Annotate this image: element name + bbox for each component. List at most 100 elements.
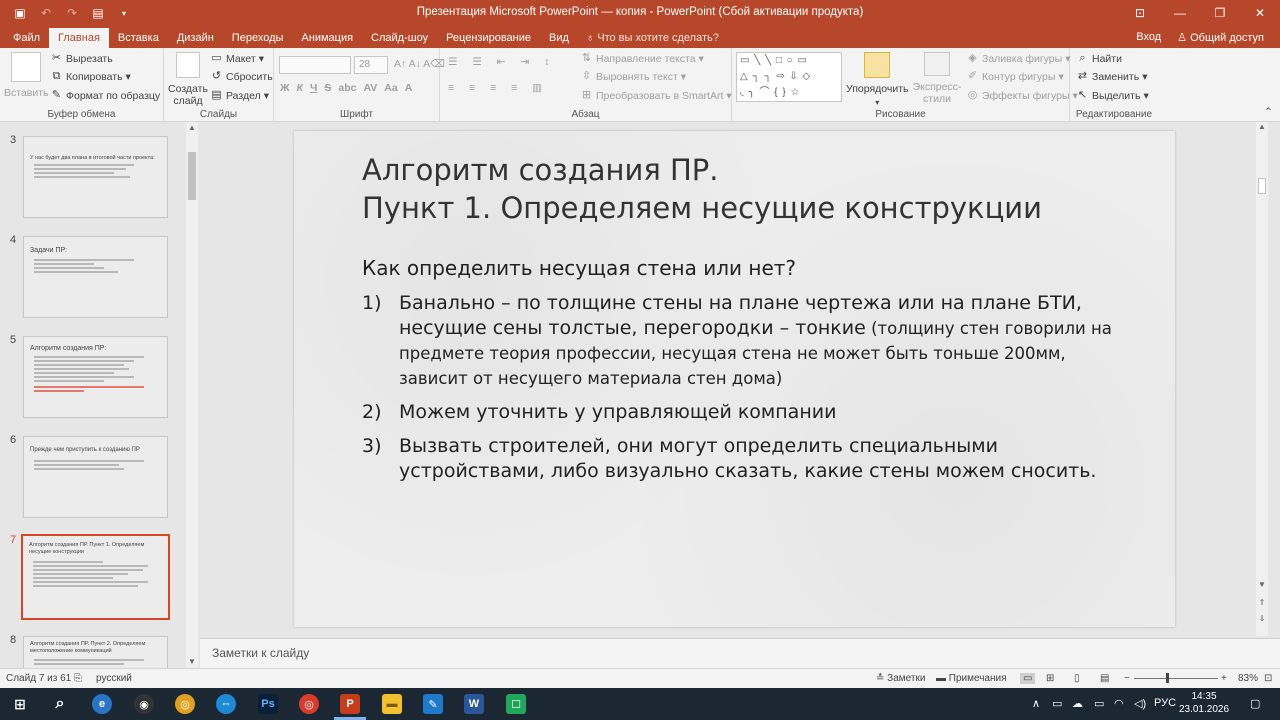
search-icon[interactable]: ⌕ xyxy=(50,694,70,714)
underline-button[interactable]: Ч xyxy=(310,82,317,94)
notes-toggle[interactable]: ≛ Заметки xyxy=(876,673,925,684)
spellcheck-icon[interactable]: ⎘ xyxy=(74,673,82,684)
list-buttons-row[interactable]: ☰ ☰ ⇤ ⇥ ↕ xyxy=(448,56,555,68)
save-icon[interactable]: ▣ xyxy=(8,2,32,24)
font-name-box[interactable] xyxy=(279,56,351,74)
battery-icon[interactable]: ▭ xyxy=(1094,697,1104,710)
clock[interactable]: 14:35 23.01.2026 xyxy=(1176,690,1232,716)
tell-me-search[interactable]: ♁ Что вы хотите сделать? xyxy=(578,28,719,48)
previous-slide-icon[interactable]: ⇑ xyxy=(1256,598,1268,607)
tab-animations[interactable]: Анимация xyxy=(292,28,362,48)
slide-bullet-list[interactable]: 1) Банально – по толщине стены на плане ч… xyxy=(362,291,1122,493)
ribbon-display-options-icon[interactable]: ⊡ xyxy=(1120,0,1160,26)
copy-button[interactable]: ⧉ Копировать ▾ xyxy=(50,70,131,83)
customize-qat-icon[interactable]: ▾ xyxy=(112,2,136,24)
shape-fill-button[interactable]: ◈ Заливка фигуры ▾ xyxy=(966,52,1070,65)
scrollbar-thumb[interactable] xyxy=(188,152,196,200)
language-indicator[interactable]: русский xyxy=(96,673,132,684)
strikethrough-button[interactable]: S xyxy=(324,82,331,94)
wifi-icon[interactable]: ◠ xyxy=(1114,697,1124,710)
reset-button[interactable]: ↺ Сбросить xyxy=(210,70,273,83)
windows-start-icon[interactable]: ⊞ xyxy=(10,694,30,714)
thumbnail-image[interactable]: Алгоритм создания ПР: xyxy=(23,336,168,418)
slide-title[interactable]: Алгоритм создания ПР. Пункт 1. Определяе… xyxy=(362,151,1042,227)
shapes-gallery[interactable]: ▭ ╲ ╲ □ ○ ▭ △ ┐ ┐ ⇨ ⇩ ◇ ◟ ╮ ⌒ { } ☆ xyxy=(736,52,842,102)
redo-icon[interactable]: ↷ xyxy=(60,2,84,24)
minimize-button[interactable]: — xyxy=(1160,0,1200,26)
undo-icon[interactable]: ↶ xyxy=(34,2,58,24)
fit-to-window-icon[interactable]: ⊡ xyxy=(1264,673,1272,684)
sign-in-link[interactable]: Вход xyxy=(1136,31,1161,43)
file-explorer-icon[interactable]: ▬ xyxy=(382,694,402,714)
section-button[interactable]: ▤ Раздел ▾ xyxy=(210,89,269,102)
show-hidden-icons[interactable]: ∧ xyxy=(1032,697,1040,710)
word-icon[interactable]: W xyxy=(464,694,484,714)
tab-view[interactable]: Вид xyxy=(540,28,578,48)
zoom-out-icon[interactable]: − xyxy=(1124,673,1130,684)
shape-effects-button[interactable]: ◎ Эффекты фигуры ▾ xyxy=(966,89,1078,102)
powerpoint-icon[interactable]: P xyxy=(340,694,360,714)
next-slide-icon[interactable]: ⇓ xyxy=(1256,614,1268,623)
reading-view-icon[interactable]: ▯ xyxy=(1074,673,1080,684)
slideshow-view-icon[interactable]: ▤ xyxy=(1100,673,1109,684)
format-painter-button[interactable]: ✎ Формат по образцу xyxy=(50,89,160,102)
font-grow-shrink[interactable]: A↑ A↓ A⌫ xyxy=(394,58,445,70)
smartart-button[interactable]: ⊞ Преобразовать в SmartArt ▾ xyxy=(580,89,732,102)
share-button[interactable]: ♙ Общий доступ xyxy=(1177,31,1264,44)
shadow-button[interactable]: abc xyxy=(338,82,356,94)
cut-button[interactable]: ✂ Вырезать xyxy=(50,52,113,65)
collapse-ribbon-icon[interactable]: ⌃ xyxy=(1264,106,1273,118)
italic-button[interactable]: К xyxy=(297,82,303,94)
layout-button[interactable]: ▭ Макет ▾ xyxy=(210,52,264,65)
app-green-icon[interactable]: ☐ xyxy=(506,694,526,714)
scroll-up-icon[interactable]: ▲ xyxy=(186,122,198,134)
find-button[interactable]: ⌕ Найти xyxy=(1076,52,1122,65)
text-direction-button[interactable]: ⇅ Направление текста ▾ xyxy=(580,52,704,65)
zoom-slider-knob[interactable] xyxy=(1166,673,1169,683)
tab-review[interactable]: Рецензирование xyxy=(437,28,540,48)
tab-transitions[interactable]: Переходы xyxy=(223,28,293,48)
input-language[interactable]: РУС xyxy=(1154,697,1176,709)
tab-insert[interactable]: Вставка xyxy=(109,28,168,48)
cloud-icon[interactable]: ☁ xyxy=(1072,697,1083,710)
photoshop-icon[interactable]: Ps xyxy=(258,694,278,714)
shape-outline-button[interactable]: ✐ Контур фигуры ▾ xyxy=(966,70,1064,83)
change-case-button[interactable]: Aa xyxy=(384,82,397,94)
new-slide-button[interactable]: Создать слайд xyxy=(168,52,208,107)
font-color-button[interactable]: A xyxy=(405,82,413,94)
edge-icon[interactable]: e xyxy=(92,694,112,714)
align-text-button[interactable]: ⇳ Выровнять текст ▾ xyxy=(580,70,686,83)
slide-subtitle[interactable]: Как определить несущая стена или нет? xyxy=(362,256,796,280)
slide-sorter-icon[interactable]: ⊞ xyxy=(1046,673,1054,684)
scroll-up-icon[interactable]: ▲ xyxy=(1256,122,1268,131)
slide-scrollbar[interactable]: ▲ ▼ ⇑ ⇓ xyxy=(1256,122,1268,636)
chrome-icon[interactable]: ◎ xyxy=(175,694,195,714)
scrollbar-thumb[interactable] xyxy=(1258,178,1266,194)
notifications-icon[interactable]: ▢ xyxy=(1250,697,1260,710)
arrange-button-big[interactable]: Упорядочить ▾ xyxy=(846,52,908,107)
tab-file[interactable]: Файл xyxy=(4,28,49,48)
normal-view-icon[interactable]: ▭ xyxy=(1020,673,1036,684)
thumbnail-image[interactable]: Задачи ПР: xyxy=(23,236,168,318)
notes-pane[interactable]: Заметки к слайду xyxy=(200,638,1280,668)
thumbnail-image[interactable]: Прежде чем приступить к созданию ПР xyxy=(23,436,168,518)
slideshow-start-icon[interactable]: ▤ xyxy=(86,2,110,24)
comments-toggle[interactable]: ▬ Примечания xyxy=(936,673,1007,684)
app-icon[interactable]: ◉ xyxy=(134,694,154,714)
quick-styles-button[interactable]: Экспресс-стили xyxy=(912,52,962,105)
thumbnail-image[interactable]: Алгоритм создания ПР. Пункт 2. Определяе… xyxy=(23,636,168,668)
network-icon[interactable]: ▭ xyxy=(1052,697,1062,710)
zoom-level[interactable]: 83% xyxy=(1238,673,1258,684)
chrome-icon-2[interactable]: ◎ xyxy=(299,694,319,714)
select-button[interactable]: ↖ Выделить ▾ xyxy=(1076,89,1149,102)
thumbnail-image-selected[interactable]: Алгоритм создания ПР. Пункт 1. Определяе… xyxy=(21,534,170,620)
thumbnail-image[interactable]: У нас будет два плана в итоговой части п… xyxy=(23,136,168,218)
bold-button[interactable]: Ж xyxy=(280,82,290,94)
paint-icon[interactable]: ✎ xyxy=(423,694,443,714)
thumbnails-scrollbar[interactable]: ▲ ▼ xyxy=(186,122,198,668)
zoom-in-icon[interactable]: + xyxy=(1221,673,1227,684)
replace-button[interactable]: ⇄ Заменить ▾ xyxy=(1076,70,1148,83)
current-slide[interactable]: Алгоритм создания ПР. Пункт 1. Определяе… xyxy=(294,131,1175,627)
volume-icon[interactable]: ◁) xyxy=(1134,697,1146,710)
zoom-slider[interactable] xyxy=(1134,678,1218,679)
